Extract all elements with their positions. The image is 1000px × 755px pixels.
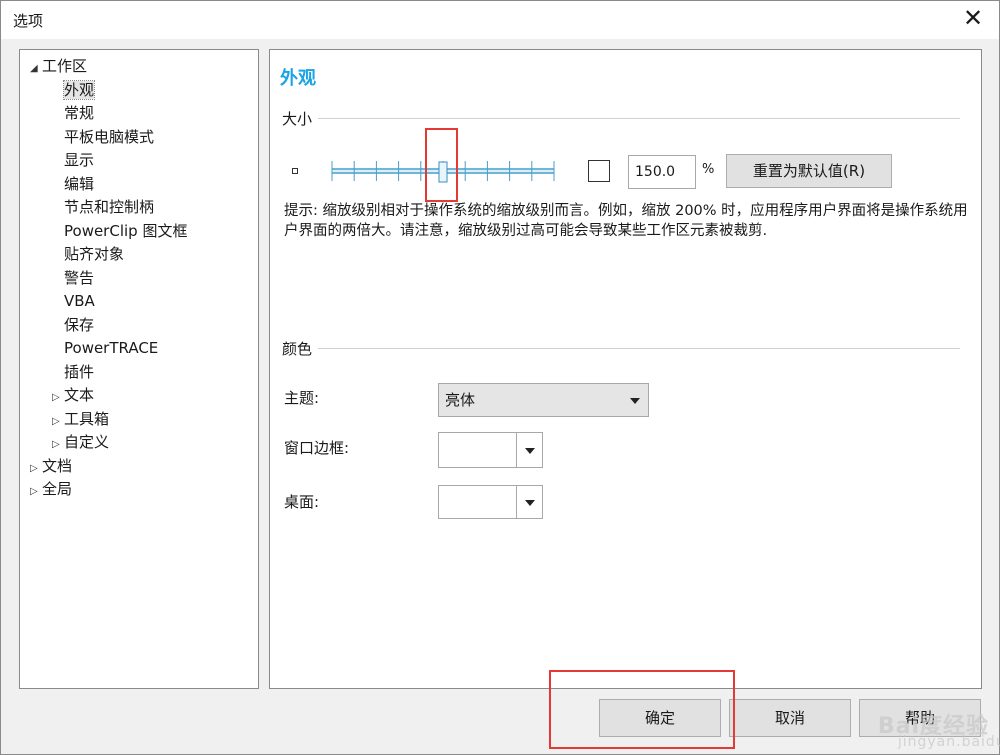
- dropdown-button[interactable]: [516, 433, 542, 467]
- chevron-down-icon: [630, 398, 640, 404]
- tree-item-label: 常规: [64, 104, 95, 122]
- desktop-select[interactable]: [438, 485, 543, 519]
- theme-value: 亮体: [445, 391, 476, 409]
- tree-item[interactable]: ▷ 全局: [30, 478, 72, 500]
- tree-item-label: 贴齐对象: [64, 245, 125, 263]
- window-border-label: 窗口边框:: [284, 439, 350, 457]
- tree-item[interactable]: ▷ 自定义: [52, 431, 109, 453]
- hint-text: 提示: 缩放级别相对于操作系统的缩放级别而言。例如，缩放 200% 时，应用程序…: [284, 203, 968, 239]
- tree-item[interactable]: 插件: [52, 361, 94, 383]
- tree-item[interactable]: 节点和控制柄: [52, 196, 154, 218]
- tree-item-label: 自定义: [64, 433, 110, 451]
- close-icon[interactable]: ✕: [957, 4, 989, 34]
- color-group-divider: [284, 348, 960, 349]
- tree-item[interactable]: ▷ 文档: [30, 455, 72, 477]
- cancel-button[interactable]: 取消: [729, 699, 851, 737]
- expanded-arrow-icon[interactable]: ◢: [30, 58, 42, 80]
- tree-item[interactable]: PowerClip 图文框: [52, 220, 187, 242]
- tree-item[interactable]: 保存: [52, 314, 94, 336]
- tree-item[interactable]: ◢ 工作区: [30, 55, 87, 77]
- tree-item[interactable]: ▷ 工具箱: [52, 408, 109, 430]
- tree-item-label: 编辑: [64, 174, 95, 193]
- window-border-select[interactable]: [438, 432, 543, 468]
- tree-item[interactable]: ▷ 文本: [52, 384, 94, 406]
- tree-item-label: 显示: [64, 151, 95, 169]
- tree-item[interactable]: 平板电脑模式: [52, 126, 154, 148]
- watermark-sub: jingyan.baidu.com: [897, 734, 1000, 750]
- small-size-icon: [292, 168, 298, 174]
- percent-unit: %: [702, 162, 715, 177]
- scale-input[interactable]: 150.0: [628, 155, 696, 189]
- tree-item-label: 外观: [62, 79, 96, 100]
- tree-item[interactable]: 贴齐对象: [52, 243, 124, 265]
- title-bar: 选项 ✕: [1, 1, 999, 39]
- tree-item-label: PowerClip 图文框: [64, 221, 188, 240]
- tree-item-label: VBA: [64, 292, 95, 310]
- tree-item-label: 文档: [42, 456, 73, 475]
- collapsed-arrow-icon[interactable]: ▷: [52, 411, 64, 433]
- tree-item-label: 插件: [64, 362, 95, 381]
- category-tree: ◢ 工作区 外观 常规 平板电脑模式 显示 编辑 节点和控制柄 PowerClip 图文框 贴齐对…: [19, 49, 259, 689]
- size-group-label: 大小: [282, 108, 319, 129]
- tree-item[interactable]: 常规: [52, 102, 94, 124]
- collapsed-arrow-icon[interactable]: ▷: [52, 434, 64, 456]
- tree-item[interactable]: 警告: [52, 267, 94, 289]
- reset-default-button[interactable]: 重置为默认值(R): [726, 154, 892, 188]
- tree-item-label: 节点和控制柄: [64, 198, 155, 216]
- window-title: 选项: [13, 12, 44, 30]
- tree-item[interactable]: 外观: [52, 79, 96, 101]
- tree-item-label: 保存: [64, 315, 95, 334]
- tree-item-label: 文本: [64, 386, 95, 404]
- scale-slider[interactable]: [330, 156, 556, 186]
- tree-item[interactable]: 编辑: [52, 173, 94, 195]
- tree-item-label: 工具箱: [64, 409, 110, 428]
- options-dialog: 选项 ✕ ◢ 工作区 外观 常规 平板电脑模式 显示 编辑 节点和控制柄 PowerClip 图…: [0, 0, 1000, 755]
- tree-item[interactable]: 显示: [52, 149, 94, 171]
- tree-item-label: 工作区: [42, 57, 88, 75]
- tree-item-label: PowerTRACE: [64, 339, 159, 357]
- tree-item[interactable]: VBA: [52, 290, 95, 312]
- desktop-label: 桌面:: [284, 493, 320, 511]
- theme-select[interactable]: 亮体: [438, 383, 649, 417]
- chevron-down-icon: [525, 500, 535, 506]
- collapsed-arrow-icon[interactable]: ▷: [52, 387, 64, 409]
- appearance-panel: 外观 大小 150.0 % 重置为默认值(R) 提示: 缩放级别相对于操作系统的…: [269, 49, 982, 689]
- collapsed-arrow-icon[interactable]: ▷: [30, 481, 42, 503]
- scale-checkbox[interactable]: [588, 160, 610, 182]
- slider-thumb[interactable]: [438, 161, 448, 183]
- tree-item[interactable]: PowerTRACE: [52, 337, 158, 359]
- color-group-label: 颜色: [282, 338, 319, 359]
- ok-button[interactable]: 确定: [599, 699, 721, 737]
- baidu-watermark-logo: Bai度经验 jingyan.baidu.com: [878, 708, 1000, 750]
- chevron-down-icon: [525, 448, 535, 454]
- dropdown-button[interactable]: [516, 486, 542, 518]
- size-group-divider: [284, 118, 960, 119]
- collapsed-arrow-icon[interactable]: ▷: [30, 458, 42, 480]
- tree-item-label: 平板电脑模式: [64, 127, 155, 146]
- tree-item-label: 警告: [64, 268, 95, 287]
- theme-label: 主题:: [284, 389, 320, 407]
- panel-heading: 外观: [280, 68, 316, 89]
- tree-item-label: 全局: [42, 480, 73, 498]
